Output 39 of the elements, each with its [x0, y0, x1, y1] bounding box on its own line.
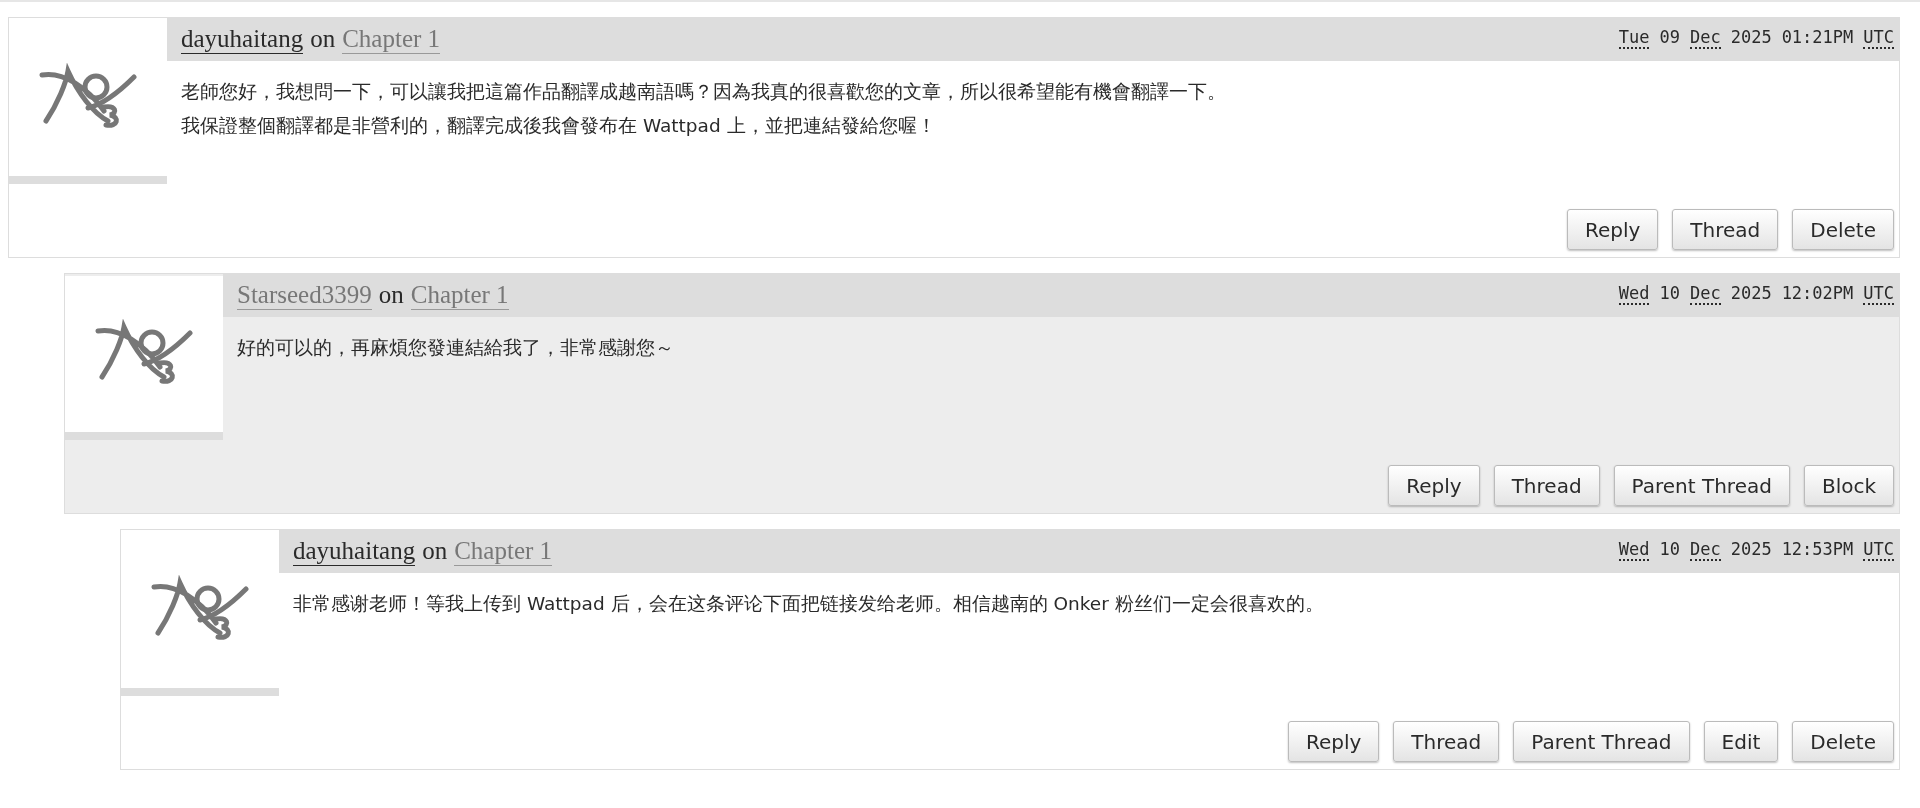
weekday-text: Tue [1618, 27, 1650, 49]
year-text: 2025 [1730, 539, 1772, 561]
on-label: on [310, 25, 336, 53]
comment-text: 好的可以的，再麻煩您發連結給我了，非常感謝您～ [237, 336, 675, 360]
action-button[interactable]: Thread [1493, 465, 1600, 506]
month-text: Dec [1689, 27, 1721, 49]
comment-text: 我保證整個翻譯都是非營利的，翻譯完成後我會發布在 Wattpad 上，並把連結發給您喔！ [181, 114, 937, 138]
weekday-text: Wed [1618, 283, 1650, 305]
action-button[interactable]: Reply [1287, 721, 1380, 762]
time-text: 12:53PM [1781, 539, 1854, 561]
action-button[interactable]: Delete [1792, 721, 1894, 762]
day-text: 10 [1659, 283, 1680, 305]
month-text: Dec [1689, 539, 1721, 561]
year-text: 2025 [1730, 283, 1772, 305]
action-button[interactable]: Block [1803, 465, 1894, 506]
month-text: Dec [1689, 283, 1721, 305]
action-button[interactable]: Thread [1393, 721, 1500, 762]
action-button[interactable]: Reply [1388, 465, 1480, 506]
year-text: 2025 [1730, 27, 1772, 49]
action-button[interactable]: Parent Thread [1613, 465, 1790, 506]
on-label: on [378, 281, 404, 309]
time-text: 01:21PM [1781, 27, 1854, 49]
weekday-text: Wed [1618, 539, 1650, 561]
action-button[interactable]: Edit [1703, 721, 1779, 762]
day-text: 10 [1659, 539, 1680, 561]
timezone-text: UTC [1863, 27, 1894, 49]
author-link[interactable]: dayuhaitang [293, 537, 416, 566]
on-label: on [422, 537, 448, 565]
action-button[interactable]: Thread [1672, 209, 1779, 250]
action-button[interactable]: Reply [1566, 209, 1659, 250]
timezone-text: UTC [1863, 539, 1894, 561]
timezone-text: UTC [1863, 283, 1894, 305]
action-button[interactable]: Delete [1792, 209, 1894, 250]
time-text: 12:02PM [1781, 283, 1854, 305]
comment-text: 老師您好，我想問一下，可以讓我把這篇作品翻譯成越南語嗎？因為我真的很喜歡您的文章，所以很希望能有機會翻譯一下。 [181, 80, 1227, 104]
author-link[interactable]: dayuhaitang [181, 25, 304, 54]
comment-text: 非常感谢老师！等我上传到 Wattpad 后，会在这条评论下面把链接发给老师。相信越南的 Onker 粉丝们一定会很喜欢的。 [293, 592, 1325, 616]
day-text: 09 [1659, 27, 1680, 49]
action-button[interactable]: Parent Thread [1513, 721, 1690, 762]
